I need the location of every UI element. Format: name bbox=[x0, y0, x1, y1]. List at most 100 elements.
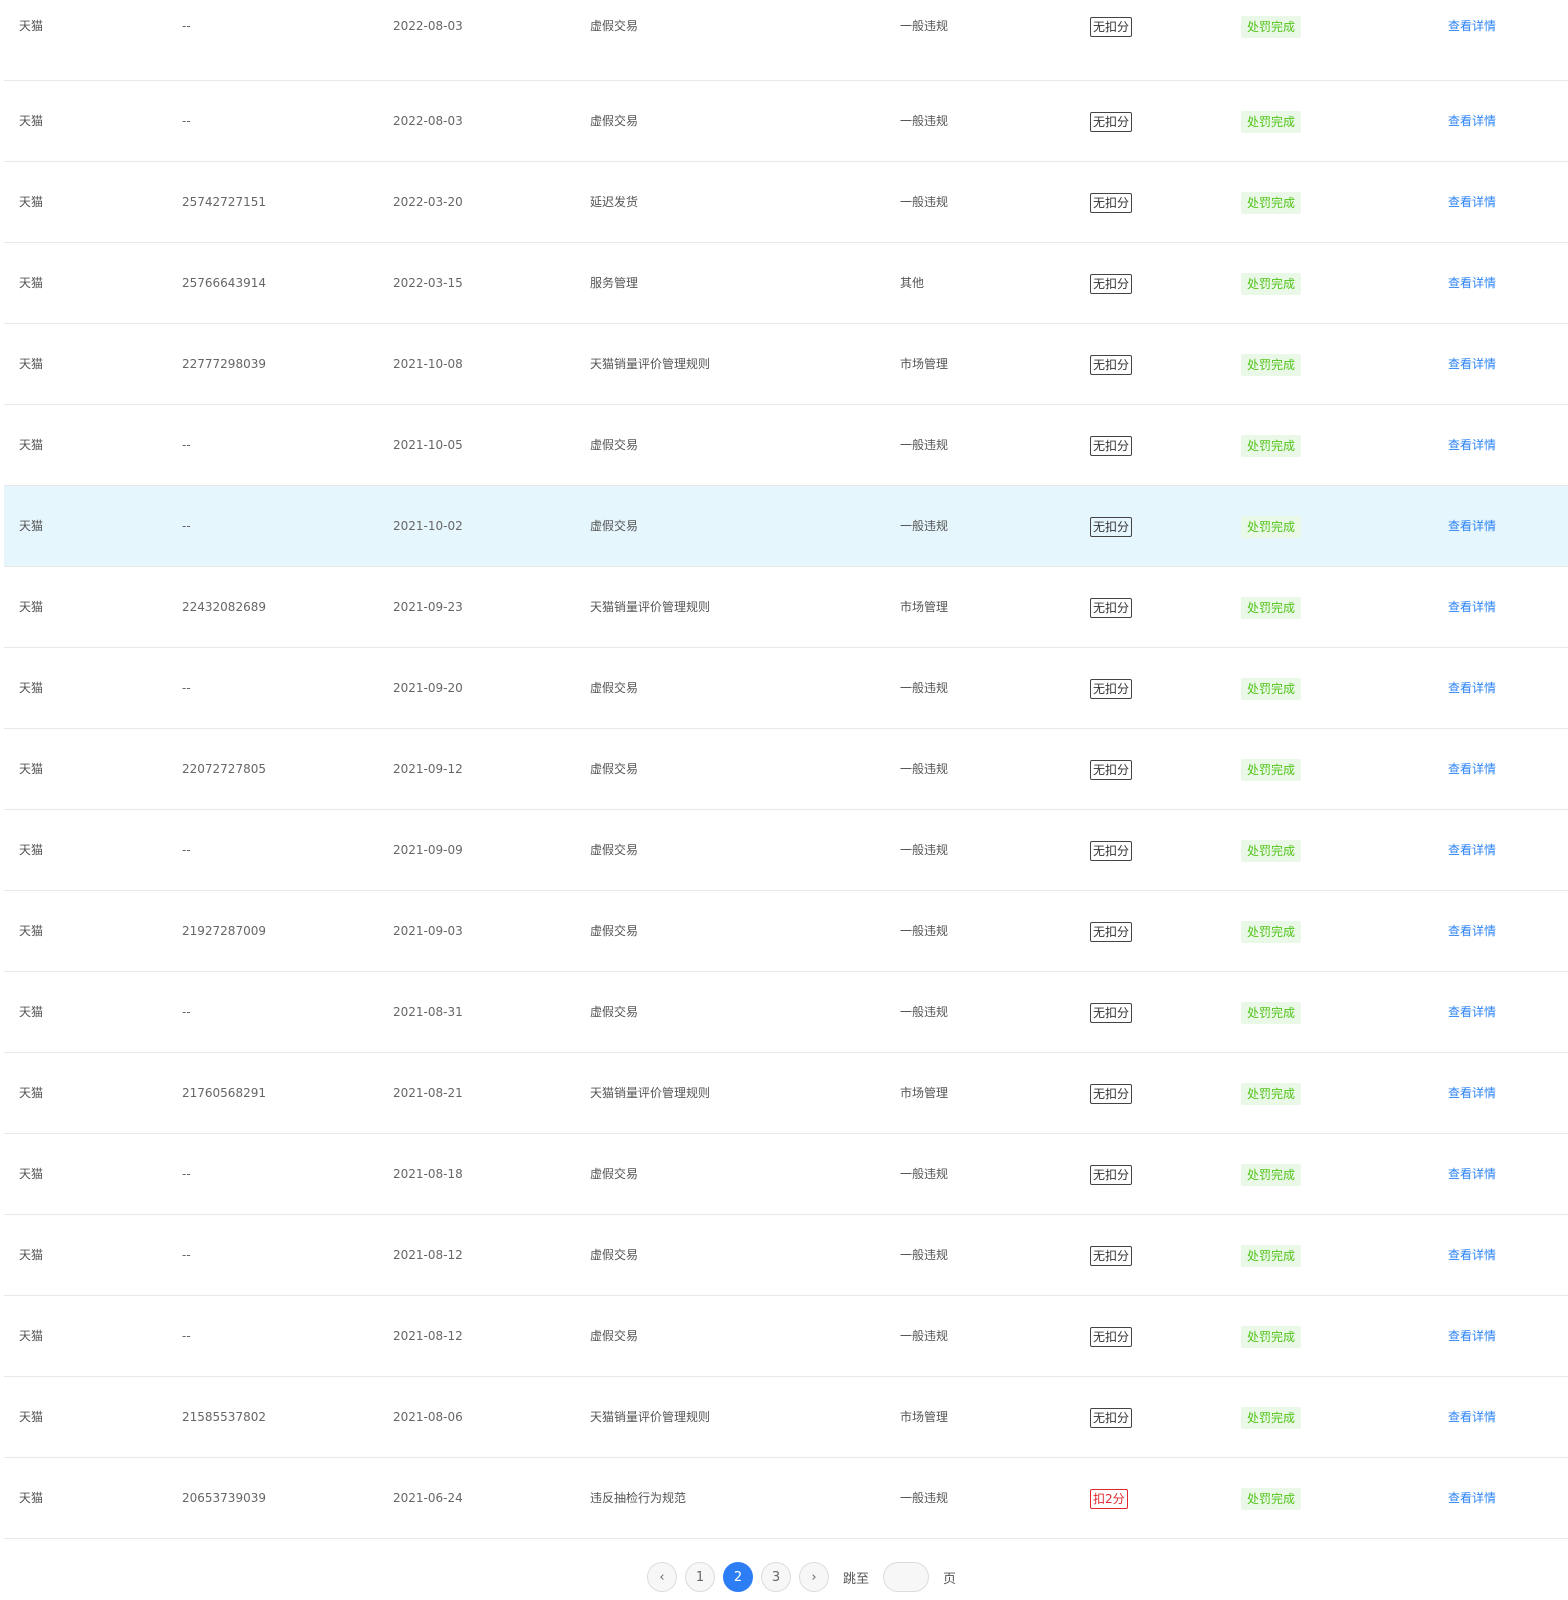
violation-level-cell: 市场管理 bbox=[900, 357, 949, 371]
next-page-button[interactable]: › bbox=[799, 1562, 829, 1592]
violation-level-cell: 一般违规 bbox=[900, 19, 949, 33]
order-id-cell: -- bbox=[182, 114, 191, 128]
status-badge: 处罚完成 bbox=[1241, 1082, 1302, 1105]
view-details-link[interactable]: 查看详情 bbox=[1448, 276, 1496, 290]
page-2-button[interactable]: 2 bbox=[723, 1562, 753, 1592]
table-row: 天猫 25766643914 2022-03-15 服务管理 其他 无扣分 处罚完成 查看详情 bbox=[4, 243, 1568, 324]
status-cell: 处罚完成 bbox=[1241, 810, 1302, 890]
table-row: 天猫 25742727151 2022-03-20 延迟发货 一般违规 无扣分 处罚完成 查看… bbox=[4, 162, 1568, 243]
goto-page-input[interactable] bbox=[883, 1562, 930, 1592]
action-cell: 查看详情 bbox=[1448, 162, 1496, 242]
view-details-link[interactable]: 查看详情 bbox=[1448, 1410, 1496, 1424]
score-tag: 无扣分 bbox=[1090, 1164, 1133, 1185]
status-cell: 处罚完成 bbox=[1241, 891, 1302, 971]
violation-type-cell: 虚假交易 bbox=[590, 1005, 639, 1019]
date-cell: 2021-08-31 bbox=[393, 1005, 463, 1019]
score-tag: 无扣分 bbox=[1090, 1245, 1133, 1266]
action-cell: 查看详情 bbox=[1448, 1215, 1496, 1295]
action-cell: 查看详情 bbox=[1448, 1458, 1496, 1538]
view-details-link[interactable]: 查看详情 bbox=[1448, 681, 1496, 695]
score-cell: 无扣分 bbox=[1090, 486, 1133, 566]
view-details-link[interactable]: 查看详情 bbox=[1448, 19, 1496, 33]
score-tag: 无扣分 bbox=[1090, 759, 1133, 780]
chevron-left-icon: ‹ bbox=[659, 1569, 665, 1585]
violation-type-cell: 天猫销量评价管理规则 bbox=[590, 357, 711, 371]
order-id-cell: -- bbox=[182, 1329, 191, 1343]
view-details-link[interactable]: 查看详情 bbox=[1448, 1491, 1496, 1505]
view-details-link[interactable]: 查看详情 bbox=[1448, 519, 1496, 533]
date-cell: 2021-09-03 bbox=[393, 924, 463, 938]
page-1-button[interactable]: 1 bbox=[685, 1562, 715, 1592]
score-tag: 无扣分 bbox=[1090, 16, 1133, 37]
date-cell: 2021-10-02 bbox=[393, 519, 463, 533]
score-cell: 扣2分 bbox=[1090, 1458, 1128, 1538]
platform-cell: 天猫 bbox=[19, 276, 44, 290]
score-tag: 无扣分 bbox=[1090, 354, 1133, 375]
platform-cell: 天猫 bbox=[19, 519, 44, 533]
view-details-link[interactable]: 查看详情 bbox=[1448, 438, 1496, 452]
score-tag: 无扣分 bbox=[1090, 1002, 1133, 1023]
platform-cell: 天猫 bbox=[19, 924, 44, 938]
violation-level-cell: 其他 bbox=[900, 276, 925, 290]
status-badge: 处罚完成 bbox=[1241, 434, 1302, 457]
order-id-cell: -- bbox=[182, 843, 191, 857]
view-details-link[interactable]: 查看详情 bbox=[1448, 1167, 1496, 1181]
table-row: 天猫 21927287009 2021-09-03 虚假交易 一般违规 无扣分 处罚完成 查看… bbox=[4, 891, 1568, 972]
view-details-link[interactable]: 查看详情 bbox=[1448, 1329, 1496, 1343]
score-cell: 无扣分 bbox=[1090, 1134, 1133, 1214]
status-cell: 处罚完成 bbox=[1241, 243, 1302, 323]
date-cell: 2021-08-06 bbox=[393, 1410, 463, 1424]
violation-level-cell: 一般违规 bbox=[900, 1005, 949, 1019]
violation-level-cell: 一般违规 bbox=[900, 519, 949, 533]
status-badge: 处罚完成 bbox=[1241, 191, 1302, 214]
date-cell: 2021-10-08 bbox=[393, 357, 463, 371]
date-cell: 2022-08-03 bbox=[393, 19, 463, 33]
violation-type-cell: 虚假交易 bbox=[590, 1167, 639, 1181]
action-cell: 查看详情 bbox=[1448, 1053, 1496, 1133]
view-details-link[interactable]: 查看详情 bbox=[1448, 600, 1496, 614]
date-cell: 2021-06-24 bbox=[393, 1491, 463, 1505]
view-details-link[interactable]: 查看详情 bbox=[1448, 357, 1496, 371]
status-badge: 处罚完成 bbox=[1241, 1001, 1302, 1024]
chevron-right-icon: › bbox=[811, 1569, 817, 1585]
violation-type-cell: 延迟发货 bbox=[590, 195, 639, 209]
violation-level-cell: 一般违规 bbox=[900, 681, 949, 695]
table-row: 天猫 -- 2021-09-09 虚假交易 一般违规 无扣分 处罚完成 查看详情 bbox=[4, 810, 1568, 891]
platform-cell: 天猫 bbox=[19, 438, 44, 452]
status-badge: 处罚完成 bbox=[1241, 677, 1302, 700]
table-row: 天猫 22072727805 2021-09-12 虚假交易 一般违规 无扣分 处罚完成 查看… bbox=[4, 729, 1568, 810]
order-id-cell: -- bbox=[182, 519, 191, 533]
platform-cell: 天猫 bbox=[19, 1491, 44, 1505]
action-cell: 查看详情 bbox=[1448, 1134, 1496, 1214]
view-details-link[interactable]: 查看详情 bbox=[1448, 762, 1496, 776]
order-id-cell: -- bbox=[182, 1248, 191, 1262]
score-tag: 无扣分 bbox=[1090, 273, 1133, 294]
view-details-link[interactable]: 查看详情 bbox=[1448, 924, 1496, 938]
table-row: 天猫 21760568291 2021-08-21 天猫销量评价管理规则 市场管理 无扣分… bbox=[4, 1053, 1568, 1134]
order-id-cell: 21927287009 bbox=[182, 924, 266, 938]
table-row: 天猫 21585537802 2021-08-06 天猫销量评价管理规则 市场管理 无扣分… bbox=[4, 1377, 1568, 1458]
order-id-cell: 25742727151 bbox=[182, 195, 266, 209]
view-details-link[interactable]: 查看详情 bbox=[1448, 1086, 1496, 1100]
status-cell: 处罚完成 bbox=[1241, 486, 1302, 566]
action-cell: 查看详情 bbox=[1448, 81, 1496, 161]
order-id-cell: -- bbox=[182, 1005, 191, 1019]
page-3-button[interactable]: 3 bbox=[761, 1562, 791, 1592]
order-id-cell: 22432082689 bbox=[182, 600, 266, 614]
status-badge: 处罚完成 bbox=[1241, 1244, 1302, 1267]
order-id-cell: 21585537802 bbox=[182, 1410, 266, 1424]
order-id-cell: -- bbox=[182, 681, 191, 695]
view-details-link[interactable]: 查看详情 bbox=[1448, 1248, 1496, 1262]
action-cell: 查看详情 bbox=[1448, 729, 1496, 809]
action-cell: 查看详情 bbox=[1448, 0, 1496, 80]
view-details-link[interactable]: 查看详情 bbox=[1448, 195, 1496, 209]
score-cell: 无扣分 bbox=[1090, 648, 1133, 728]
view-details-link[interactable]: 查看详情 bbox=[1448, 114, 1496, 128]
view-details-link[interactable]: 查看详情 bbox=[1448, 1005, 1496, 1019]
prev-page-button[interactable]: ‹ bbox=[647, 1562, 677, 1592]
score-cell: 无扣分 bbox=[1090, 0, 1133, 80]
view-details-link[interactable]: 查看详情 bbox=[1448, 843, 1496, 857]
score-cell: 无扣分 bbox=[1090, 324, 1133, 404]
status-badge: 处罚完成 bbox=[1241, 15, 1302, 38]
table-row: 天猫 -- 2021-09-20 虚假交易 一般违规 无扣分 处罚完成 查看详情 bbox=[4, 648, 1568, 729]
